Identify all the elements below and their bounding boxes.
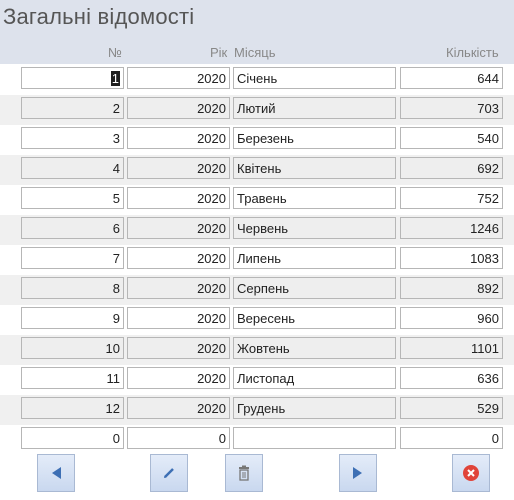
no-field[interactable]: 6 bbox=[21, 217, 124, 239]
year-field[interactable]: 2020 bbox=[127, 307, 230, 329]
triangle-left-icon bbox=[52, 467, 61, 479]
record-row: 9 2020 Вересень 960 bbox=[0, 305, 514, 335]
qty-field[interactable]: 540 bbox=[400, 127, 503, 149]
month-field[interactable]: Травень bbox=[233, 187, 396, 209]
qty-field[interactable]: 1246 bbox=[400, 217, 503, 239]
no-field[interactable]: 11 bbox=[21, 367, 124, 389]
column-header-no: № bbox=[108, 45, 122, 60]
year-field[interactable]: 2020 bbox=[127, 367, 230, 389]
no-field[interactable]: 9 bbox=[21, 307, 124, 329]
previous-record-button[interactable] bbox=[37, 454, 75, 492]
month-field[interactable]: Липень bbox=[233, 247, 396, 269]
pencil-icon bbox=[164, 468, 174, 478]
delete-record-button[interactable] bbox=[225, 454, 263, 492]
record-row: 7 2020 Липень 1083 bbox=[0, 245, 514, 275]
qty-field[interactable]: 703 bbox=[400, 97, 503, 119]
month-field[interactable]: Квітень bbox=[233, 157, 396, 179]
year-field[interactable]: 2020 bbox=[127, 337, 230, 359]
record-row: 10 2020 Жовтень 1101 bbox=[0, 335, 514, 365]
no-field[interactable]: 1 bbox=[21, 67, 124, 89]
new-record-row: 0 0 0 bbox=[0, 425, 514, 455]
month-field[interactable]: Грудень bbox=[233, 397, 396, 419]
year-field[interactable]: 2020 bbox=[127, 67, 230, 89]
year-field[interactable]: 2020 bbox=[127, 247, 230, 269]
month-field[interactable]: Листопад bbox=[233, 367, 396, 389]
trash-icon bbox=[239, 465, 249, 481]
no-field[interactable]: 2 bbox=[21, 97, 124, 119]
year-field[interactable]: 2020 bbox=[127, 277, 230, 299]
qty-field[interactable]: 636 bbox=[400, 367, 503, 389]
year-field[interactable]: 2020 bbox=[127, 127, 230, 149]
year-field[interactable]: 2020 bbox=[127, 97, 230, 119]
year-field[interactable]: 2020 bbox=[127, 157, 230, 179]
close-form-button[interactable] bbox=[452, 454, 490, 492]
no-field[interactable]: 10 bbox=[21, 337, 124, 359]
qty-field[interactable]: 644 bbox=[400, 67, 503, 89]
month-field[interactable]: Січень bbox=[233, 67, 396, 89]
close-circle-icon bbox=[463, 465, 479, 481]
qty-field[interactable]: 529 bbox=[400, 397, 503, 419]
record-row: 4 2020 Квітень 692 bbox=[0, 155, 514, 185]
record-row: 6 2020 Червень 1246 bbox=[0, 215, 514, 245]
qty-field[interactable]: 1101 bbox=[400, 337, 503, 359]
record-row: 1 2020 Січень 644 bbox=[0, 65, 514, 95]
column-header-qty: Кількість bbox=[446, 45, 499, 60]
month-field[interactable]: Березень bbox=[233, 127, 396, 149]
triangle-right-icon bbox=[353, 467, 362, 479]
no-field[interactable]: 4 bbox=[21, 157, 124, 179]
year-field[interactable]: 2020 bbox=[127, 217, 230, 239]
qty-field[interactable]: 892 bbox=[400, 277, 503, 299]
record-row: 12 2020 Грудень 529 bbox=[0, 395, 514, 425]
no-field[interactable]: 8 bbox=[21, 277, 124, 299]
month-field[interactable]: Лютий bbox=[233, 97, 396, 119]
qty-field[interactable]: 1083 bbox=[400, 247, 503, 269]
column-header-year: Рік bbox=[210, 45, 228, 60]
record-row: 8 2020 Серпень 892 bbox=[0, 275, 514, 305]
no-field[interactable]: 0 bbox=[21, 427, 124, 449]
no-field[interactable]: 12 bbox=[21, 397, 124, 419]
year-field[interactable]: 2020 bbox=[127, 397, 230, 419]
month-field[interactable]: Вересень bbox=[233, 307, 396, 329]
month-field[interactable]: Серпень bbox=[233, 277, 396, 299]
column-header-month: Місяць bbox=[234, 45, 276, 60]
record-row: 11 2020 Листопад 636 bbox=[0, 365, 514, 395]
year-field[interactable]: 0 bbox=[127, 427, 230, 449]
record-row: 3 2020 Березень 540 bbox=[0, 125, 514, 155]
no-field[interactable]: 5 bbox=[21, 187, 124, 209]
month-field[interactable]: Червень bbox=[233, 217, 396, 239]
month-field[interactable]: Жовтень bbox=[233, 337, 396, 359]
no-field[interactable]: 7 bbox=[21, 247, 124, 269]
record-row: 2 2020 Лютий 703 bbox=[0, 95, 514, 125]
qty-field[interactable]: 752 bbox=[400, 187, 503, 209]
qty-field[interactable]: 0 bbox=[400, 427, 503, 449]
record-row: 5 2020 Травень 752 bbox=[0, 185, 514, 215]
next-record-button[interactable] bbox=[339, 454, 377, 492]
year-field[interactable]: 2020 bbox=[127, 187, 230, 209]
edit-record-button[interactable] bbox=[150, 454, 188, 492]
selected-text: 1 bbox=[110, 71, 120, 86]
month-field[interactable] bbox=[233, 427, 396, 449]
qty-field[interactable]: 960 bbox=[400, 307, 503, 329]
qty-field[interactable]: 692 bbox=[400, 157, 503, 179]
form-title: Загальні відомості bbox=[3, 4, 195, 29]
no-field[interactable]: 3 bbox=[21, 127, 124, 149]
